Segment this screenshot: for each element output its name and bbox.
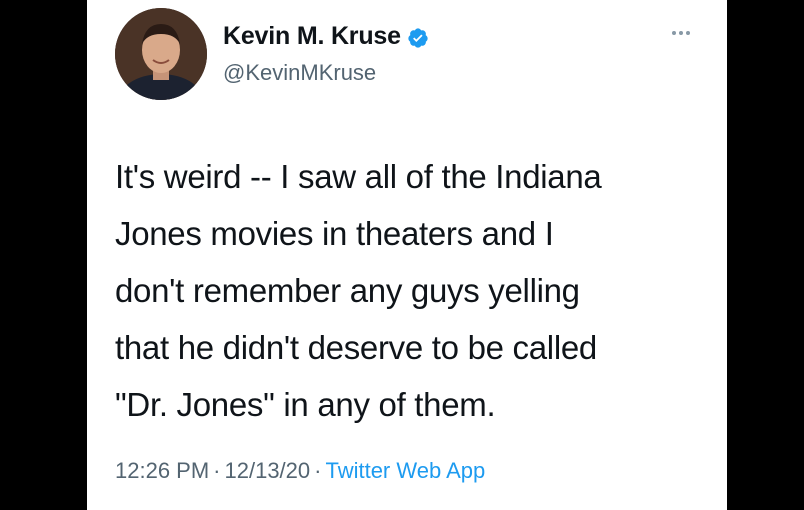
more-dot <box>679 31 683 35</box>
more-options-icon[interactable] <box>672 28 698 38</box>
tweet-text-line: don't remember any guys yelling <box>115 272 580 309</box>
tweet-card: Kevin M. Kruse @KevinMKruse It's weird -… <box>87 0 727 510</box>
author-row: Kevin M. Kruse <box>223 22 429 51</box>
tweet-text: It's weird -- I saw all of the Indiana J… <box>115 148 715 433</box>
more-dot <box>672 31 676 35</box>
more-dot <box>686 31 690 35</box>
tweet-text-line: Jones movies in theaters and I <box>115 215 554 252</box>
tweet-text-line: that he didn't deserve to be called <box>115 329 597 366</box>
tweet-meta: 12:26 PM · 12/13/20 · Twitter Web App <box>115 458 485 484</box>
tweet-date[interactable]: 12/13/20 <box>225 458 311 483</box>
meta-separator: · <box>314 458 322 483</box>
verified-badge-icon <box>408 27 428 48</box>
avatar-image <box>115 8 207 100</box>
tweet-time[interactable]: 12:26 PM <box>115 458 209 483</box>
screenshot-canvas: Kevin M. Kruse @KevinMKruse It's weird -… <box>0 0 804 510</box>
tweet-source[interactable]: Twitter Web App <box>325 458 485 483</box>
avatar[interactable] <box>115 8 207 100</box>
meta-separator: · <box>213 458 221 483</box>
tweet-text-line: "Dr. Jones" in any of them. <box>115 386 496 423</box>
tweet-text-line: It's weird -- I saw all of the Indiana <box>115 158 602 195</box>
author-name[interactable]: Kevin M. Kruse <box>223 22 401 51</box>
author-handle[interactable]: @KevinMKruse <box>223 60 376 86</box>
